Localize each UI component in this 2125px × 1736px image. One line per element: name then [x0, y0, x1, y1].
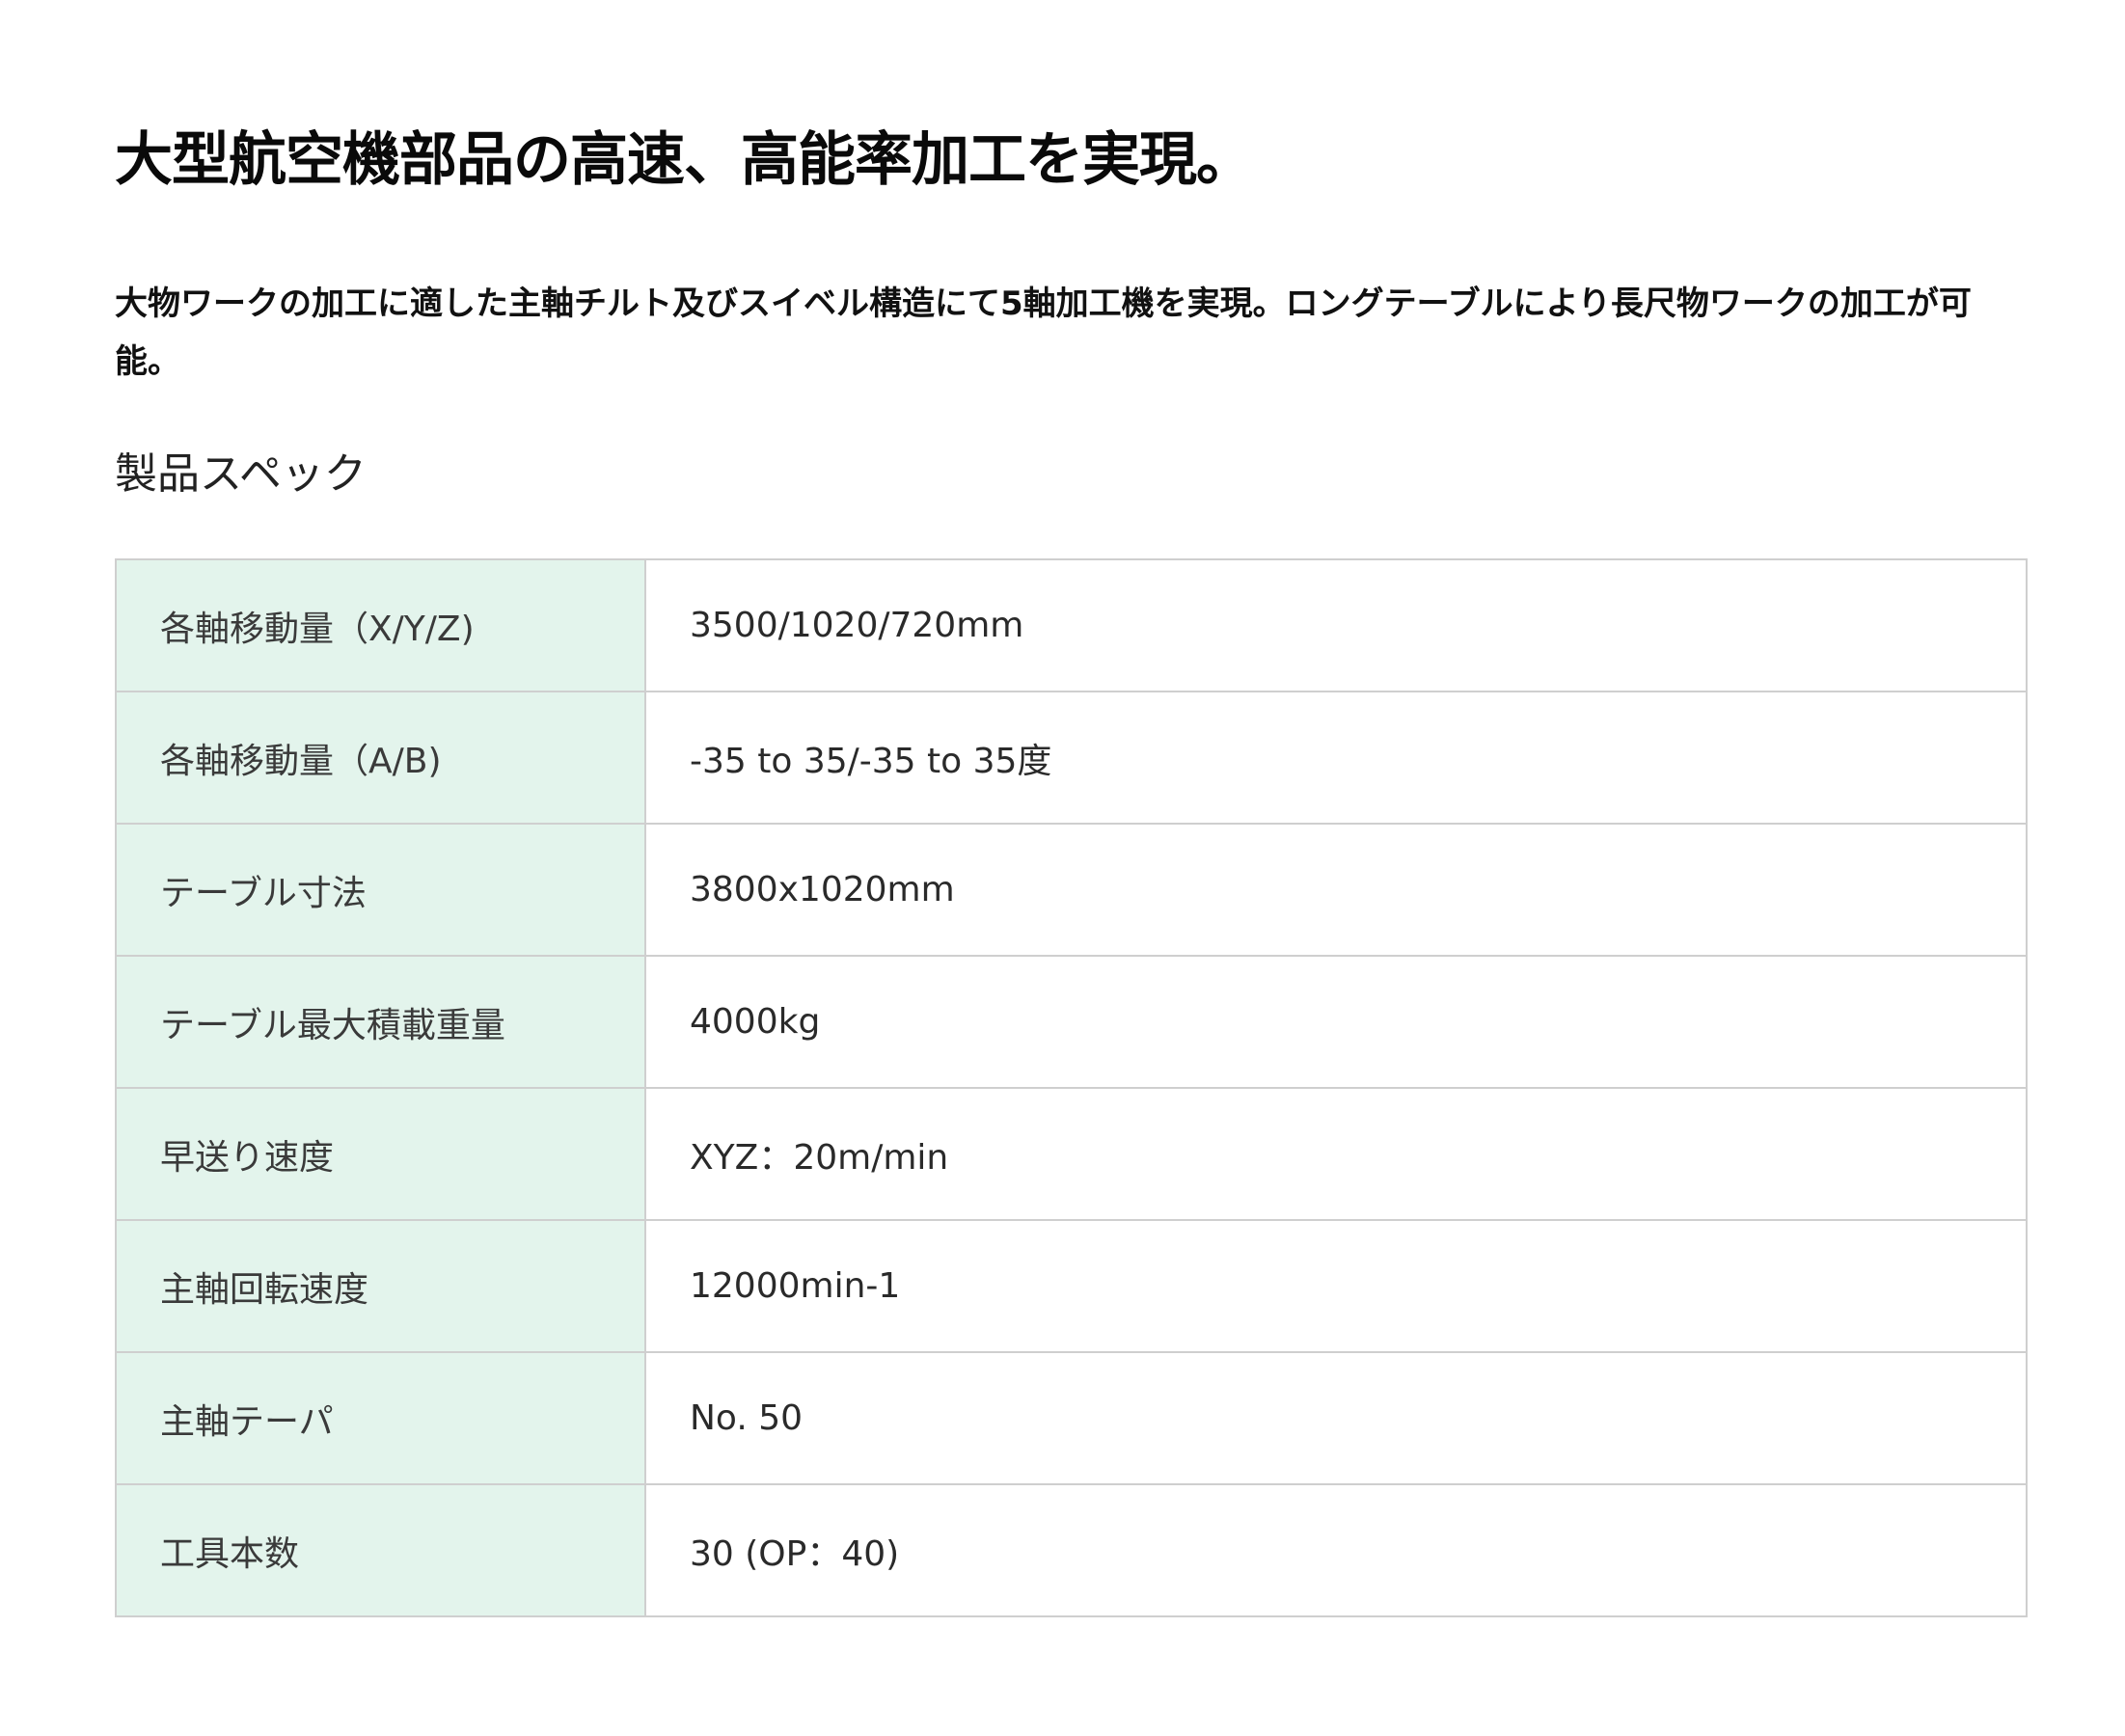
spec-label: テーブル最大積載重量 — [115, 955, 646, 1089]
table-row: 主軸回転速度 12000min-1 — [115, 1219, 2028, 1353]
spec-value: XYZ：20m/min — [644, 1087, 2028, 1221]
table-row: 主軸テーパ No. 50 — [115, 1351, 2028, 1485]
spec-label: 主軸テーパ — [115, 1351, 646, 1485]
spec-value: 12000min-1 — [644, 1219, 2028, 1353]
spec-table: 各軸移動量（X/Y/Z) 3500/1020/720mm 各軸移動量（A/B) … — [115, 558, 2028, 1617]
spec-value: 4000kg — [644, 955, 2028, 1089]
spec-value: 3500/1020/720mm — [644, 558, 2028, 692]
spec-value: No. 50 — [644, 1351, 2028, 1485]
spec-value: 30 (OP：40) — [644, 1483, 2028, 1617]
lead-paragraph: 大物ワークの加工に適した主軸チルト及びスイベル構造にて5軸加工機を実現。ロングテ… — [115, 285, 1972, 381]
spec-label: 工具本数 — [115, 1483, 646, 1617]
spec-label: 早送り速度 — [115, 1087, 646, 1221]
table-row: 早送り速度 XYZ：20m/min — [115, 1087, 2028, 1221]
spec-label: 各軸移動量（X/Y/Z) — [115, 558, 646, 692]
table-row: 各軸移動量（X/Y/Z) 3500/1020/720mm — [115, 558, 2028, 692]
table-row: テーブル最大積載重量 4000kg — [115, 955, 2028, 1089]
spec-value: -35 to 35/-35 to 35度 — [644, 691, 2028, 825]
page-headline: 大型航空機部品の高速、高能率加工を実現。 — [115, 126, 1254, 194]
spec-section-title: 製品スペック — [115, 449, 367, 499]
spec-value: 3800x1020mm — [644, 823, 2028, 957]
spec-label: 各軸移動量（A/B) — [115, 691, 646, 825]
table-row: 工具本数 30 (OP：40) — [115, 1483, 2028, 1617]
table-row: テーブル寸法 3800x1020mm — [115, 823, 2028, 957]
spec-label: 主軸回転速度 — [115, 1219, 646, 1353]
table-row: 各軸移動量（A/B) -35 to 35/-35 to 35度 — [115, 691, 2028, 825]
spec-label: テーブル寸法 — [115, 823, 646, 957]
